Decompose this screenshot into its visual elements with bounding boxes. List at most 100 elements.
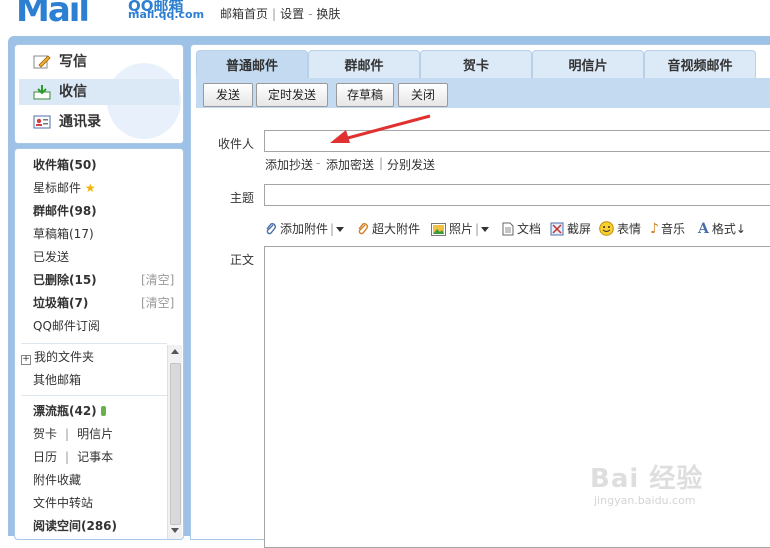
music-note-icon: ♪: [650, 221, 659, 237]
settings-link[interactable]: 设置: [280, 7, 304, 21]
format-label: 格式↓: [711, 222, 746, 236]
photo-tool[interactable]: 照片 |: [431, 220, 490, 238]
card-postcard-row: 贺卡 | 明信片: [33, 424, 113, 444]
contacts-nav[interactable]: 通讯录: [19, 109, 179, 135]
divider: [21, 395, 167, 396]
calendar-notes-row: 日历 | 记事本: [33, 447, 113, 467]
top-bar: Mail QQ邮箱 mail.qq.com 邮箱首页 | 设置 - 换肤: [0, 0, 770, 36]
add-bcc-link[interactable]: 添加密送: [326, 156, 374, 173]
reading-space-link[interactable]: 阅读空间(286): [33, 516, 117, 536]
folder-inbox[interactable]: 收件箱(50): [33, 155, 97, 175]
photo-label: 照片: [449, 222, 474, 236]
divider: |: [330, 222, 335, 236]
my-folders-toggle[interactable]: + 我的文件夹: [21, 347, 94, 367]
music-tool[interactable]: ♪ 音乐: [650, 220, 685, 238]
bottle-icon: [100, 406, 106, 416]
tab-group-mail[interactable]: 群邮件: [308, 50, 420, 79]
document-tool[interactable]: 文档: [502, 220, 541, 238]
top-links: 邮箱首页 | 设置 - 换肤: [220, 5, 340, 22]
scroll-up-icon[interactable]: [171, 349, 179, 354]
subject-label: 主题: [230, 191, 255, 205]
format-tool[interactable]: A 格式↓: [698, 220, 746, 238]
contacts-icon: [33, 115, 51, 129]
separate-send-link[interactable]: 分别发送: [387, 156, 435, 173]
save-draft-button[interactable]: 存草稿: [336, 83, 394, 107]
recipient-label: 收件人: [218, 137, 255, 151]
tab-normal-mail[interactable]: 普通邮件: [196, 50, 308, 79]
folder-scrollbar[interactable]: [167, 345, 182, 539]
scroll-thumb[interactable]: [170, 363, 181, 525]
mail-home-link[interactable]: 邮箱首页: [220, 7, 268, 21]
notes-link[interactable]: 记事本: [77, 450, 113, 464]
divider: |: [272, 7, 277, 21]
postcard-link[interactable]: 明信片: [77, 427, 113, 441]
send-button[interactable]: 发送: [203, 83, 253, 107]
folder-starred-label: 星标邮件: [33, 181, 82, 195]
add-attachment-tool[interactable]: 添加附件 |: [265, 220, 345, 238]
font-icon: A: [698, 221, 709, 237]
folder-spam[interactable]: 垃圾箱(7): [33, 293, 88, 313]
drift-bottle-label: 漂流瓶(42): [33, 404, 97, 418]
my-folders-label: 我的文件夹: [34, 350, 95, 364]
pencil-icon: [33, 55, 51, 69]
paperclip-icon: [266, 223, 276, 235]
scissors-icon: [550, 222, 564, 236]
clear-deleted-link[interactable]: [清空]: [141, 270, 174, 290]
add-cc-link[interactable]: 添加抄送: [265, 156, 313, 173]
divider: |: [475, 222, 480, 236]
schedule-send-button[interactable]: 定时发送: [256, 83, 328, 107]
music-label: 音乐: [660, 222, 685, 236]
photo-icon: [431, 223, 446, 236]
calendar-link[interactable]: 日历: [33, 450, 57, 464]
emoji-tool[interactable]: 表情: [599, 220, 641, 238]
card-link[interactable]: 贺卡: [33, 427, 57, 441]
folder-subscribe[interactable]: QQ邮件订阅: [33, 316, 100, 336]
divider: -: [308, 7, 313, 21]
divider: [21, 343, 167, 344]
divider: |: [65, 427, 70, 441]
drift-bottle-link[interactable]: 漂流瓶(42): [33, 401, 106, 421]
document-label: 文档: [517, 222, 542, 236]
baidu-watermark-url: jingyan.baidu.com: [594, 494, 696, 507]
attachments-link[interactable]: 附件收藏: [33, 470, 81, 490]
emoji-label: 表情: [617, 222, 642, 236]
body-label: 正文: [230, 253, 255, 267]
folder-sent[interactable]: 已发送: [33, 247, 69, 267]
folder-drafts[interactable]: 草稿箱(17): [33, 224, 94, 244]
scroll-down-icon[interactable]: [171, 528, 179, 533]
close-button[interactable]: 关闭: [398, 83, 448, 107]
tab-postcard[interactable]: 明信片: [532, 50, 644, 79]
divider: -: [316, 156, 321, 170]
folder-starred[interactable]: 星标邮件 ★: [33, 178, 96, 198]
compose-nav[interactable]: 写信: [19, 49, 179, 75]
change-skin-link[interactable]: 换肤: [316, 7, 340, 21]
chevron-down-icon[interactable]: [481, 227, 490, 232]
clear-spam-link[interactable]: [清空]: [141, 293, 174, 313]
quick-actions-panel: 写信 收信 通讯录: [14, 44, 184, 144]
folder-deleted[interactable]: 已删除(15): [33, 270, 97, 290]
qq-mail-logo[interactable]: Mail: [16, 0, 90, 30]
document-icon: [502, 222, 514, 236]
screenshot-label: 截屏: [567, 222, 592, 236]
tab-card[interactable]: 贺卡: [420, 50, 532, 79]
add-attachment-label: 添加附件: [280, 222, 329, 236]
divider: |: [65, 450, 70, 464]
star-icon: ★: [84, 181, 96, 195]
compose-label: 写信: [59, 54, 87, 70]
baidu-watermark: Bai 经验: [590, 464, 704, 494]
expand-icon: +: [21, 354, 31, 365]
big-attachment-tool[interactable]: 超大附件: [357, 220, 420, 238]
smiley-icon: [599, 221, 614, 236]
inbox-nav[interactable]: 收信: [19, 79, 179, 105]
folder-other-mail[interactable]: 其他邮箱: [33, 370, 81, 390]
divider: |: [379, 156, 384, 170]
logo-domain: mail.qq.com: [128, 8, 205, 21]
chevron-down-icon[interactable]: [336, 227, 345, 232]
transfer-link[interactable]: 文件中转站: [33, 493, 93, 513]
folder-group[interactable]: 群邮件(98): [33, 201, 97, 221]
inbox-label: 收信: [59, 84, 87, 100]
subject-input[interactable]: [264, 184, 770, 206]
tab-av-mail[interactable]: 音视频邮件: [644, 50, 756, 79]
screenshot-tool[interactable]: 截屏: [550, 220, 591, 238]
inbox-icon: [33, 85, 51, 100]
